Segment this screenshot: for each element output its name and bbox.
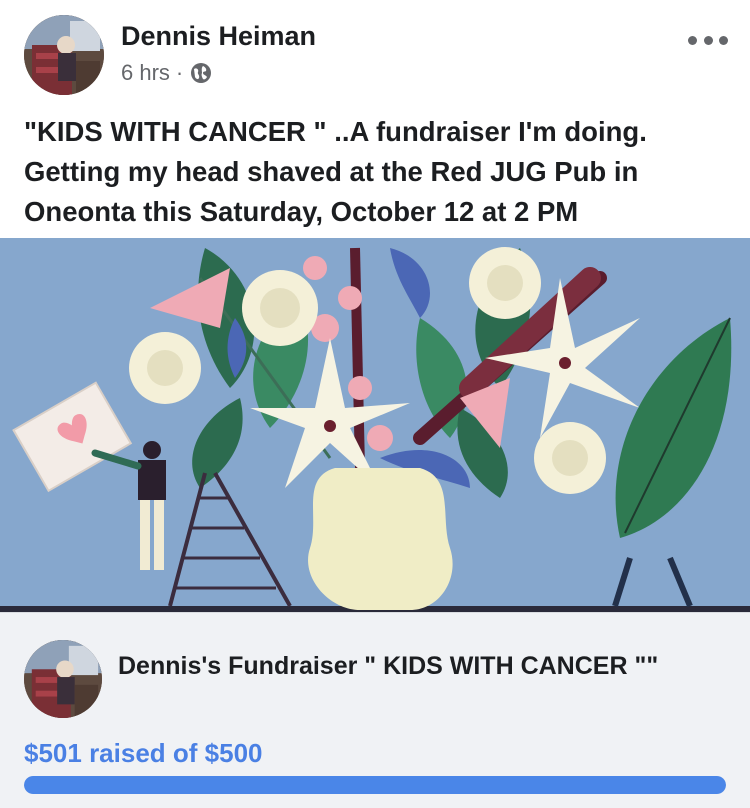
fundraiser-card[interactable]: Dennis's Fundraiser " KIDS WITH CANCER "…: [0, 612, 750, 808]
fundraiser-title[interactable]: Dennis's Fundraiser " KIDS WITH CANCER "…: [118, 650, 728, 683]
more-dot: [719, 35, 728, 45]
author-avatar[interactable]: [24, 15, 104, 95]
globe-icon[interactable]: [189, 61, 213, 85]
more-options-icon[interactable]: [688, 28, 728, 52]
fundraiser-cover-image[interactable]: [0, 238, 750, 612]
fundraiser-progress-fill: [24, 776, 726, 794]
meta-separator: ·: [175, 60, 184, 85]
fundraiser-progress-bar: [24, 776, 726, 794]
fundraiser-avatar[interactable]: [24, 640, 102, 718]
post-time[interactable]: 6 hrs: [121, 60, 170, 86]
author-name[interactable]: Dennis Heiman: [121, 21, 316, 52]
raised-amount: $501 raised of $500: [24, 738, 263, 768]
post-text: "KIDS WITH CANCER " ..A fundraiser I'm d…: [24, 116, 647, 227]
more-dot: [703, 35, 713, 45]
post-header: Dennis Heiman 6 hrs ·: [0, 0, 750, 100]
more-dot: [688, 35, 697, 45]
post-meta: 6 hrs ·: [121, 60, 213, 86]
